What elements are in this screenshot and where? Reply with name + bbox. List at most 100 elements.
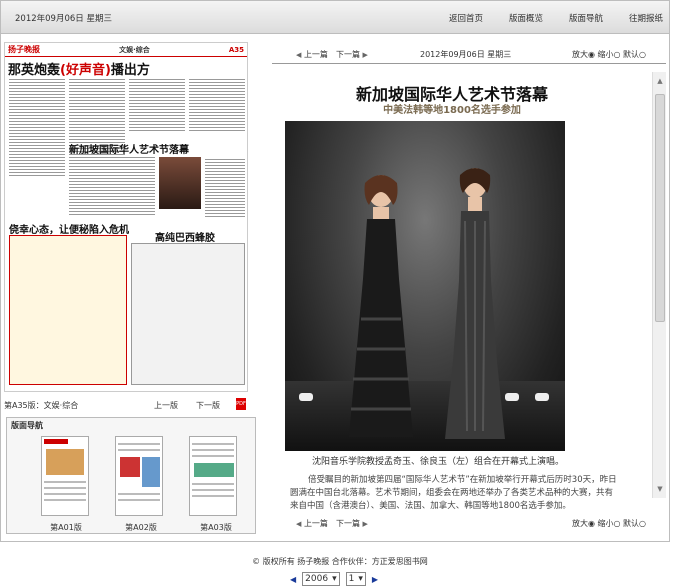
page-logo: 扬子晚报 [8, 45, 40, 54]
singer-right [445, 168, 505, 439]
article-panel: ◀ 上一篇 下一篇 ▶ 2012年09月06日 星期三 放大◉ 缩小○ 默认○ … [272, 44, 666, 528]
text-column [9, 77, 65, 177]
newspaper-page-image[interactable]: 扬子晚报 文娱·综合 A35 那英炮轰(好声音)播出方 新加坡国际华人艺术节落幕… [4, 42, 248, 392]
right-arrow-icon: ▶ [362, 520, 368, 528]
prev-article-label: 上一篇 [303, 50, 328, 59]
top-date: 2012年09月06日 星期三 [15, 14, 112, 24]
top-nav: 返回首页 版面概览 版面导航 往期报纸 [423, 12, 663, 24]
ad-block [9, 235, 127, 385]
scroll-up-icon[interactable]: ▲ [655, 76, 665, 86]
next-article-label: 下一篇 [336, 50, 360, 59]
ad-headline-2: 高纯巴西蜂胶 [155, 233, 215, 244]
ad-headline: 侥幸心态，让便秘陷入危机 [9, 225, 129, 236]
next-month-icon[interactable]: ▶ [372, 575, 378, 584]
layout-thumb-label-a02[interactable]: 第A02版 [120, 522, 162, 533]
chevron-down-icon: ▾ [332, 574, 337, 584]
thumb-line [44, 493, 86, 495]
nav-archive-link[interactable]: 往期报纸 [629, 12, 663, 24]
text-column [189, 77, 245, 133]
thumb-line [192, 495, 234, 497]
page-section: 文娱·综合 [119, 45, 150, 54]
zoom-default-radio[interactable]: ○ [639, 50, 646, 59]
prev-article-link[interactable]: ◀ 上一篇 [296, 49, 328, 60]
nav-layout-link[interactable]: 版面导航 [569, 12, 603, 24]
layout-thumb-a01[interactable] [41, 436, 89, 516]
thumb-image [194, 463, 234, 477]
thumb-image [120, 457, 140, 477]
layout-thumb-labels: 第A01版 第A02版 第A03版 [45, 522, 237, 533]
zoom-out-radio[interactable]: ○ [613, 519, 620, 528]
month-select[interactable]: 1 ▾ [345, 572, 366, 586]
zoom-out-label[interactable]: 缩小 [597, 50, 613, 59]
current-page-label: 第A35版：文娱·综合 [4, 401, 79, 410]
footer-copyright: © 版权所有 扬子晚报 合作伙伴：方正爱思图书网 [252, 557, 428, 566]
thumb-line [192, 483, 234, 485]
thumb-line [118, 443, 160, 445]
scroll-thumb[interactable] [655, 94, 665, 322]
article-subtitle: 中美法韩等地1800名选手参加 [383, 105, 521, 116]
article-toolbar: ◀ 上一篇 下一篇 ▶ 2012年09月06日 星期三 放大◉ 缩小○ 默认○ [272, 44, 666, 64]
layout-thumb-label-a03[interactable]: 第A03版 [195, 522, 237, 533]
article-scrollbar[interactable]: ▲ ▼ [652, 72, 666, 498]
page-article-headline[interactable]: 新加坡国际华人艺术节落幕 [69, 141, 189, 156]
left-arrow-icon: ◀ [296, 520, 302, 528]
zoom-default-label[interactable]: 默认 [623, 50, 639, 59]
nav-overview-link[interactable]: 版面概览 [509, 12, 543, 24]
thumb-line [44, 487, 86, 489]
zoom-out-radio[interactable]: ○ [613, 50, 620, 59]
prev-year-icon[interactable]: ◀ [290, 575, 296, 584]
article-bottom-toolbar: ◀ 上一篇 下一篇 ▶ 放大◉ 缩小○ 默认○ [272, 514, 666, 528]
zoom-controls-bottom: 放大◉ 缩小○ 默认○ [572, 518, 646, 529]
year-select[interactable]: 2006 ▾ [302, 572, 340, 586]
layout-navigator: 版面导航 第A01版 第A02版 第A03版 [6, 417, 256, 534]
next-article-link-bottom[interactable]: 下一篇 ▶ [336, 518, 368, 529]
thumb-line [118, 449, 160, 451]
chevron-down-icon: ▾ [358, 574, 363, 584]
layout-nav-title: 版面导航 [11, 421, 43, 430]
thumb-image [142, 457, 160, 487]
zoom-in-radio[interactable]: ◉ [588, 50, 595, 59]
next-article-link[interactable]: 下一篇 ▶ [336, 49, 368, 60]
thumb-line [192, 449, 234, 451]
left-arrow-icon: ◀ [296, 51, 302, 59]
thumb-line [44, 499, 86, 501]
zoom-in-label[interactable]: 放大 [572, 50, 588, 59]
year-value: 2006 [305, 574, 329, 584]
singer-left [349, 175, 413, 437]
article-photo [285, 121, 565, 451]
layout-thumb-a03[interactable] [189, 436, 237, 516]
thumb-line [44, 481, 86, 483]
stage-floor [285, 381, 565, 451]
thumb-line [192, 443, 234, 445]
ad-block-2 [131, 243, 245, 385]
text-column [129, 77, 185, 133]
photo-caption: 沈阳音乐学院教授孟奇玉、徐良玉（左）组合在开幕式上演唱。 [312, 457, 565, 467]
next-page-link[interactable]: 下一版 [196, 400, 220, 411]
thumb-line [118, 493, 160, 495]
pdf-icon[interactable]: PDF [236, 398, 246, 410]
page-headline-suffix: 播出方 [110, 63, 150, 78]
layout-thumb-a02[interactable] [115, 436, 163, 516]
right-arrow-icon: ▶ [362, 51, 368, 59]
prev-article-link-bottom[interactable]: ◀ 上一篇 [296, 518, 328, 529]
layout-thumbnails [41, 436, 237, 516]
prev-article-label: 上一篇 [303, 519, 328, 528]
zoom-in-radio[interactable]: ◉ [588, 519, 595, 528]
text-column [205, 157, 245, 217]
page-header: 扬子晚报 文娱·综合 A35 [5, 43, 247, 57]
layout-thumb-label-a01[interactable]: 第A01版 [45, 522, 87, 533]
prev-page-link[interactable]: 上一版 [154, 400, 178, 411]
zoom-default-label[interactable]: 默认 [623, 519, 639, 528]
zoom-default-radio[interactable]: ○ [639, 519, 646, 528]
nav-home-link[interactable]: 返回首页 [449, 12, 483, 24]
article-date: 2012年09月06日 星期三 [420, 50, 512, 59]
stage-light [299, 393, 313, 401]
next-article-label: 下一篇 [336, 519, 360, 528]
zoom-in-label[interactable]: 放大 [572, 519, 588, 528]
page-headline-prefix: 那英炮轰 [8, 63, 61, 78]
month-value: 1 [348, 574, 355, 584]
scroll-down-icon[interactable]: ▼ [655, 484, 665, 494]
thumb-line [192, 455, 234, 457]
zoom-out-label[interactable]: 缩小 [597, 519, 613, 528]
top-bar: 2012年09月06日 星期三 返回首页 版面概览 版面导航 往期报纸 [0, 0, 670, 34]
